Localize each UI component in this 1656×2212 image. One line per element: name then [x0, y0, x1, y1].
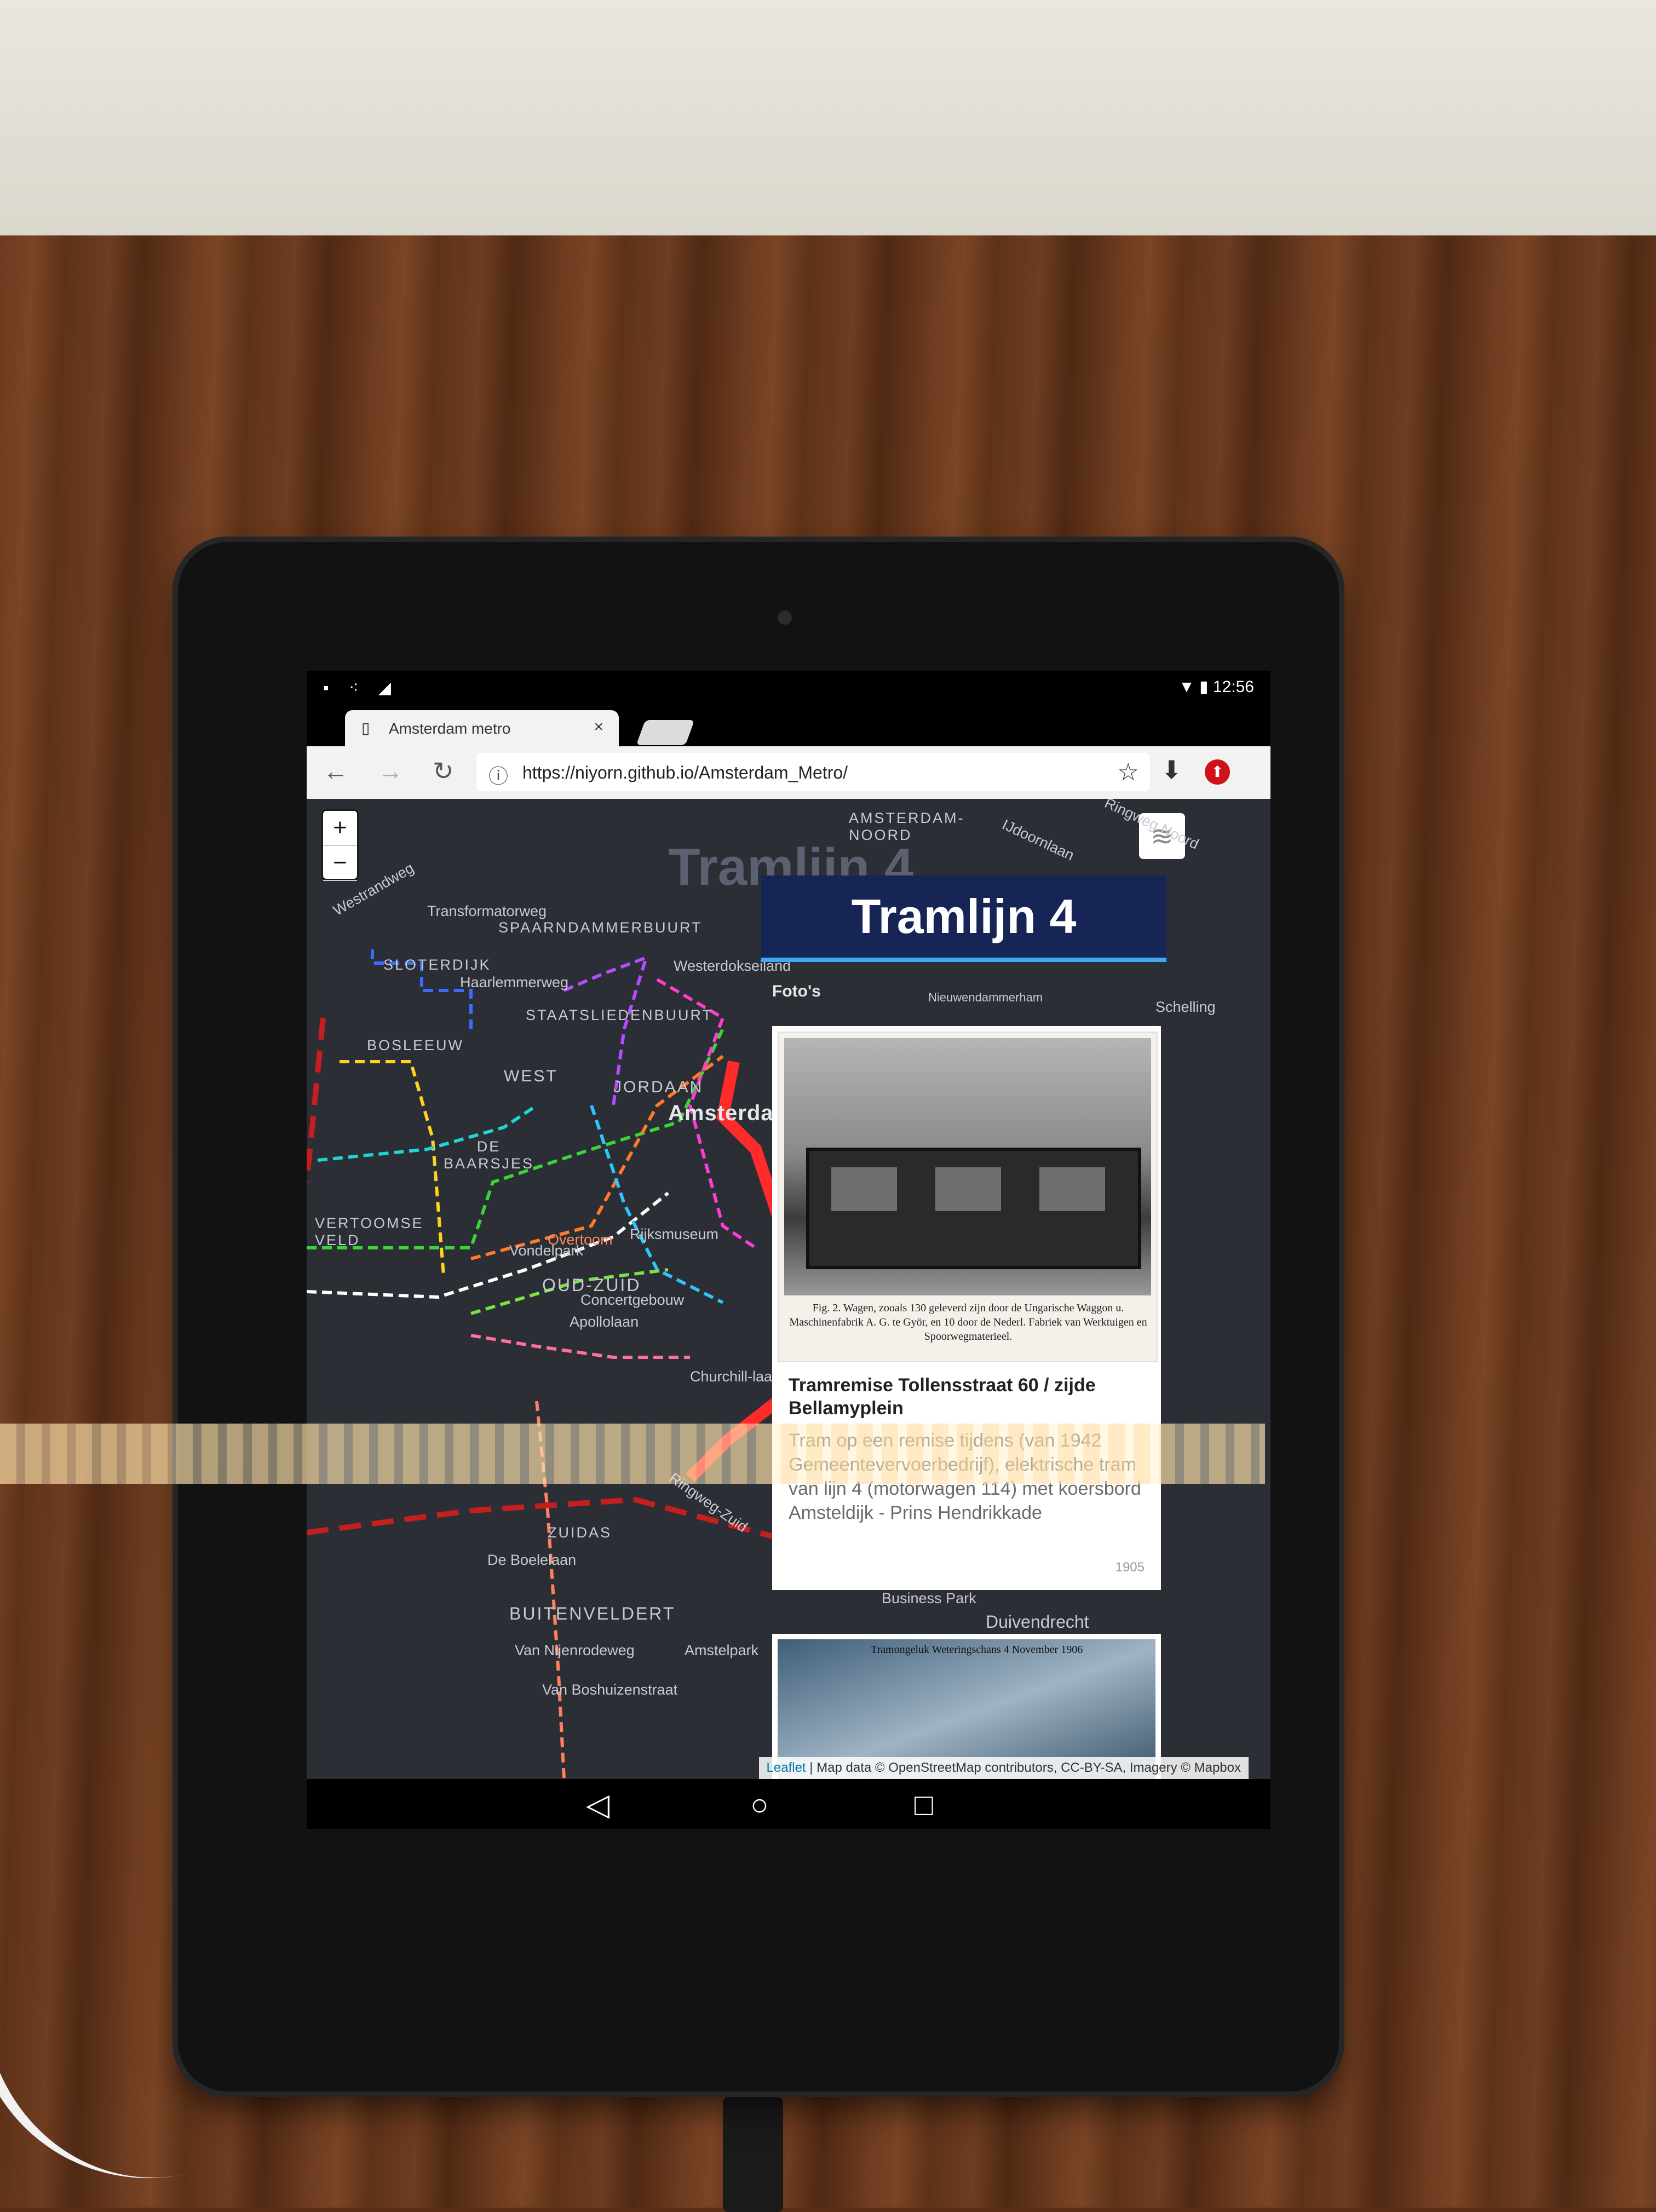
map-label: Overtoom: [548, 1231, 613, 1248]
home-nav-icon[interactable]: ○: [750, 1787, 769, 1822]
map-label: WEST: [504, 1067, 558, 1085]
map-label: BOSLEEUW: [367, 1037, 464, 1053]
tram-line-pink: [470, 1334, 690, 1359]
historic-tram-photo[interactable]: Fig. 2. Wagen, zooals 130 geleverd zijn …: [778, 1032, 1158, 1362]
attribution-text: | Map data © OpenStreetMap contributors,…: [809, 1760, 1241, 1775]
card-title: Tramremise Tollensstraat 60 / zijde Bell…: [789, 1375, 1096, 1419]
photo-caption: Fig. 2. Wagen, zooals 130 geleverd zijn …: [789, 1302, 1147, 1343]
leaflet-link[interactable]: Leaflet: [767, 1760, 806, 1775]
map-label: BUITENVELDERT: [509, 1604, 676, 1623]
close-tab-icon[interactable]: ×: [594, 718, 603, 736]
map-label: SLOTERDIJK: [383, 957, 491, 973]
extension-icon[interactable]: ⬆: [1205, 759, 1230, 785]
map-label: Van Nijenrodeweg: [515, 1642, 635, 1658]
photo-2-caption: Tramongeluk Weteringschans 4 November 19…: [871, 1644, 1083, 1656]
tram-car-drawing: [806, 1148, 1141, 1269]
map-label: AMSTERDAM- NOORD: [849, 810, 965, 843]
forward-arrow-icon[interactable]: →: [378, 756, 403, 786]
zoom-in-button[interactable]: +: [323, 811, 357, 846]
tab-amsterdam-metro[interactable]: ▯ Amsterdam metro ×: [345, 710, 619, 746]
map-label: ZUIDAS: [548, 1524, 612, 1541]
back-arrow-icon[interactable]: ←: [323, 756, 348, 786]
map-label: JORDAAN: [613, 1078, 704, 1096]
map-label: Concertgebouw: [580, 1292, 685, 1308]
tab-strip: ▯ Amsterdam metro ×: [307, 704, 1270, 746]
notification-icons: ▪ ⁖ ◢: [323, 679, 399, 697]
card-year: 1905: [1115, 1560, 1145, 1575]
wall-background: [0, 0, 1656, 257]
url-text[interactable]: https://niyorn.github.io/Amsterdam_Metro…: [522, 763, 848, 783]
status-bar: ▪ ⁖ ◢ ▼ ▮ 12:56: [307, 671, 1270, 704]
map-attribution: Leaflet | Map data © OpenStreetMap contr…: [758, 1757, 1249, 1779]
map-view[interactable]: + − ≋ Tramlijn 4 AMSTERDAM- NOORD SPAARN…: [307, 799, 1270, 1779]
map-label: SPAARNDAMMERBUURT: [498, 919, 703, 936]
address-bar[interactable]: ⓘ https://niyorn.github.io/Amsterdam_Met…: [476, 753, 1150, 791]
android-nav-bar: ◁ ○ □: [307, 1779, 1270, 1829]
front-camera-icon: [778, 610, 792, 625]
map-label: Haarlemmerweg: [460, 974, 569, 990]
site-info-icon[interactable]: ⓘ: [488, 761, 508, 789]
info-panel: Tramlijn 4 Foto's Fig. 2. Wagen, zooals …: [761, 875, 1166, 1779]
panel-title: Tramlijn 4: [761, 875, 1166, 962]
zoom-out-button[interactable]: −: [323, 846, 357, 881]
download-icon[interactable]: ⬇: [1161, 755, 1182, 785]
document-icon: ▯: [361, 719, 370, 736]
photos-heading: Foto's: [772, 982, 821, 1000]
bookmark-star-icon[interactable]: ☆: [1118, 758, 1139, 786]
map-label: DE BAARSJES: [444, 1138, 534, 1172]
map-label: Rijksmuseum: [630, 1226, 719, 1242]
status-clock: ▼ ▮ 12:56: [1178, 678, 1254, 696]
map-label: Van Boshuizenstraat: [542, 1681, 678, 1698]
tab-title: Amsterdam metro: [389, 720, 511, 737]
map-label: STAATSLIEDENBUURT: [526, 1007, 714, 1023]
tram-photo-image: [784, 1038, 1151, 1295]
photo-card[interactable]: Fig. 2. Wagen, zooals 130 geleverd zijn …: [772, 1026, 1161, 1590]
map-label: Apollolaan: [570, 1314, 639, 1330]
map-label: VERTOOMSE VELD: [315, 1215, 424, 1248]
tram-line-lightblue: [590, 1105, 724, 1304]
light-reflection: [0, 1424, 1265, 1484]
tablet-screen: ▪ ⁖ ◢ ▼ ▮ 12:56 ▯ Amsterdam metro × ← → …: [307, 671, 1270, 1829]
recents-nav-icon[interactable]: □: [915, 1787, 933, 1822]
map-label: Transformatorweg: [427, 903, 547, 919]
reload-icon[interactable]: ↻: [433, 756, 454, 786]
browser-toolbar: ← → ↻ ⓘ https://niyorn.github.io/Amsterd…: [307, 746, 1270, 799]
new-tab-button[interactable]: [636, 720, 695, 745]
back-nav-icon[interactable]: ◁: [586, 1787, 610, 1823]
zoom-control: + −: [323, 811, 357, 881]
map-label: Amstelpark: [685, 1642, 759, 1658]
usb-connector: [723, 2097, 783, 2212]
map-label: De Boelelaan: [487, 1552, 577, 1568]
